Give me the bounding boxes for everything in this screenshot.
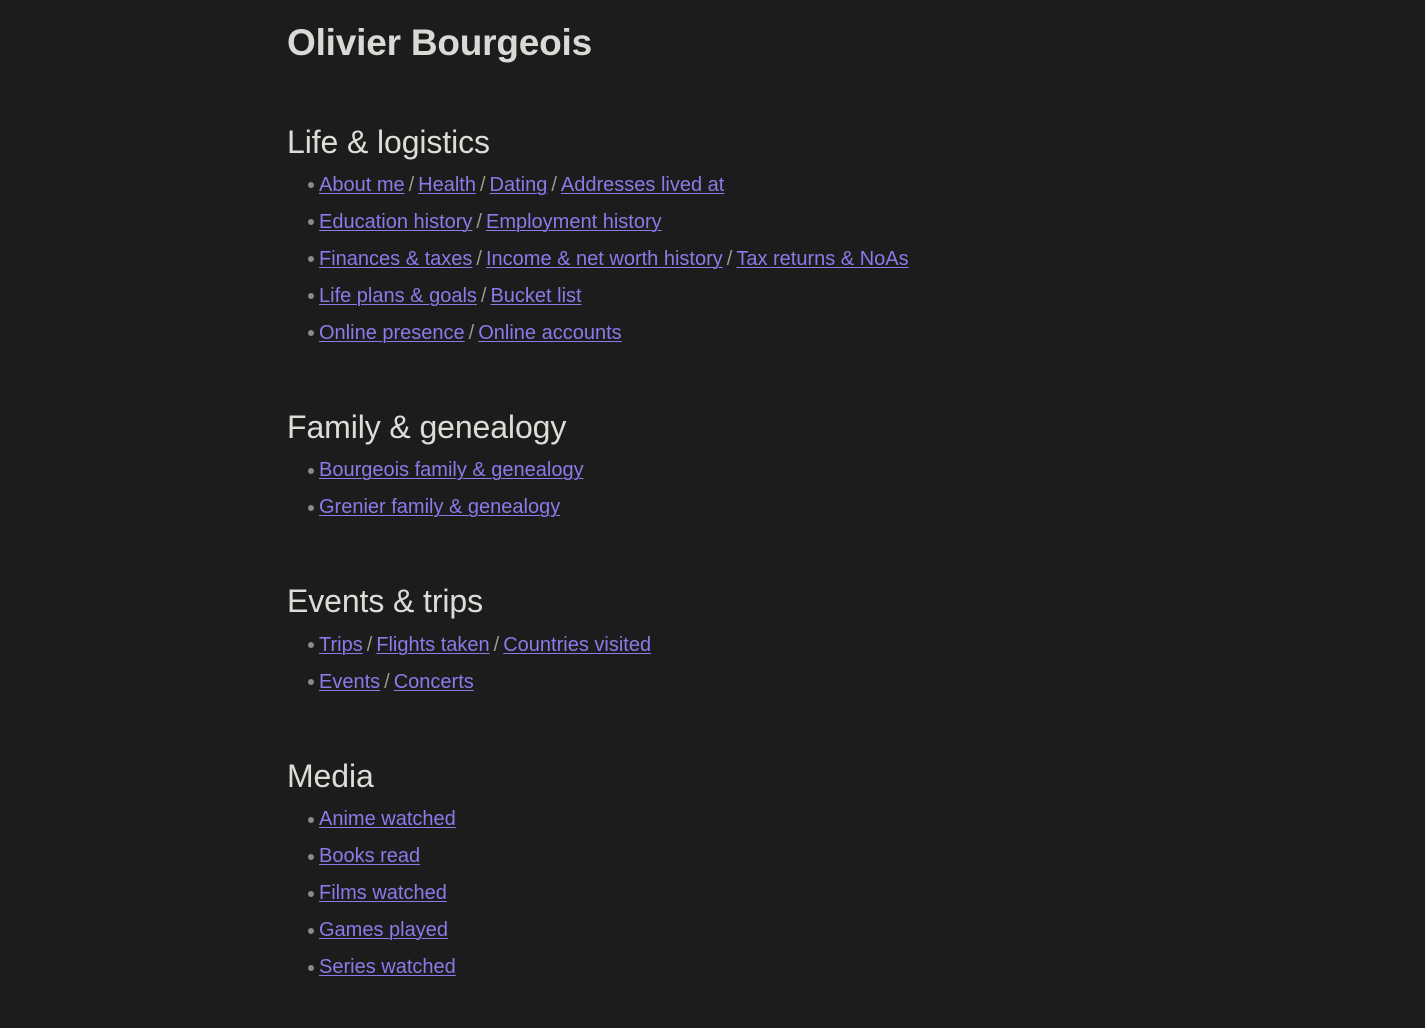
content-link[interactable]: Films watched bbox=[319, 882, 447, 904]
bullet-icon bbox=[308, 816, 314, 823]
link-list: Trips / Flights taken / Countries visited Eve… bbox=[287, 627, 1425, 701]
content-link[interactable]: Life plans & goals bbox=[319, 285, 477, 307]
list-item: Trips / Flights taken / Countries visited bbox=[287, 627, 1425, 664]
link-list: Anime watched Books read Films watched Game… bbox=[287, 801, 1425, 986]
bullet-icon bbox=[308, 890, 314, 897]
list-item: Grenier family & genealogy bbox=[287, 489, 1425, 526]
bullet-icon bbox=[308, 504, 314, 511]
content-link[interactable]: Books read bbox=[319, 845, 420, 867]
page-root: Olivier Bourgeois Life & logistics About … bbox=[0, 0, 1425, 1028]
content-link[interactable]: Online accounts bbox=[478, 322, 621, 344]
link-list: About me / Health / Dating / Addresses lived a… bbox=[287, 167, 1425, 352]
bullet-icon bbox=[308, 293, 314, 300]
link-separator: / bbox=[384, 670, 390, 693]
content-link[interactable]: Grenier family & genealogy bbox=[319, 496, 560, 518]
page-title: Olivier Bourgeois bbox=[287, 22, 593, 63]
link-separator: / bbox=[551, 173, 557, 196]
bullet-icon bbox=[308, 853, 314, 860]
list-item: Online presence / Online accounts bbox=[287, 315, 1425, 352]
section-heading: Media bbox=[287, 757, 374, 794]
bullet-icon bbox=[308, 927, 314, 934]
content-link[interactable]: Addresses lived at bbox=[561, 174, 724, 196]
bullet-icon bbox=[308, 182, 314, 189]
content-link[interactable]: Flights taken bbox=[376, 634, 489, 656]
content-link[interactable]: Games played bbox=[319, 919, 448, 941]
section: Life & logistics About me / Health / Dating / A… bbox=[287, 123, 1425, 352]
content-link[interactable]: Finances & taxes bbox=[319, 248, 472, 270]
list-item: Education history / Employment history bbox=[287, 204, 1425, 241]
content-link[interactable]: Countries visited bbox=[503, 634, 651, 656]
content-link[interactable]: Bucket list bbox=[490, 285, 581, 307]
list-item: About me / Health / Dating / Addresses lived a… bbox=[287, 167, 1425, 204]
list-item: Anime watched bbox=[287, 801, 1425, 838]
section-heading: Events & trips bbox=[287, 583, 484, 620]
content-link[interactable]: Concerts bbox=[394, 671, 474, 693]
list-item: Games played bbox=[287, 912, 1425, 949]
section: Media Anime watched Books read Films watche… bbox=[287, 757, 1425, 986]
bullet-icon bbox=[308, 256, 314, 263]
link-separator: / bbox=[476, 247, 482, 270]
bullet-icon bbox=[308, 467, 314, 474]
section-heading: Life & logistics bbox=[287, 123, 490, 160]
link-separator: / bbox=[366, 633, 373, 656]
sections-container: Life & logistics About me / Health / Dating / A… bbox=[287, 123, 1425, 987]
link-separator: / bbox=[726, 247, 733, 270]
section-heading: Family & genealogy bbox=[287, 408, 567, 445]
list-item: Films watched bbox=[287, 875, 1425, 912]
bullet-icon bbox=[308, 219, 314, 226]
content-link[interactable]: About me bbox=[319, 174, 405, 196]
bullet-icon bbox=[308, 330, 314, 337]
content-link[interactable]: Income & net worth history bbox=[486, 248, 723, 270]
bullet-icon bbox=[308, 964, 314, 971]
content-link[interactable]: Trips bbox=[319, 634, 363, 656]
content-link[interactable]: Events bbox=[319, 671, 380, 693]
content-link[interactable]: Online presence bbox=[319, 322, 465, 344]
bullet-icon bbox=[308, 679, 314, 686]
section: Family & genealogy Bourgeois family & gen… bbox=[287, 408, 1425, 526]
list-item: Bourgeois family & genealogy bbox=[287, 452, 1425, 489]
section: Events & trips Trips / Flights taken / Countr… bbox=[287, 582, 1425, 700]
content-link[interactable]: Employment history bbox=[486, 211, 662, 233]
content-link[interactable]: Health bbox=[418, 174, 476, 196]
link-separator: / bbox=[468, 321, 475, 344]
list-item: Life plans & goals / Bucket list bbox=[287, 278, 1425, 315]
list-item: Events / Concerts bbox=[287, 664, 1425, 701]
content-link[interactable]: Education history bbox=[319, 211, 472, 233]
content-link[interactable]: Dating bbox=[490, 174, 548, 196]
content-link[interactable]: Bourgeois family & genealogy bbox=[319, 459, 584, 481]
content-link[interactable]: Anime watched bbox=[319, 808, 456, 830]
link-separator: / bbox=[480, 284, 487, 307]
list-item: Books read bbox=[287, 838, 1425, 875]
link-list: Bourgeois family & genealogy Grenier fami… bbox=[287, 452, 1425, 526]
content-link[interactable]: Tax returns & NoAs bbox=[736, 248, 908, 270]
link-separator: / bbox=[493, 633, 500, 656]
link-separator: / bbox=[408, 173, 415, 196]
content-link[interactable]: Series watched bbox=[319, 956, 456, 978]
link-separator: / bbox=[476, 210, 482, 233]
list-item: Series watched bbox=[287, 949, 1425, 986]
list-item: Finances & taxes / Income & net worth hist… bbox=[287, 241, 1425, 278]
bullet-icon bbox=[308, 642, 314, 649]
link-separator: / bbox=[479, 173, 486, 196]
